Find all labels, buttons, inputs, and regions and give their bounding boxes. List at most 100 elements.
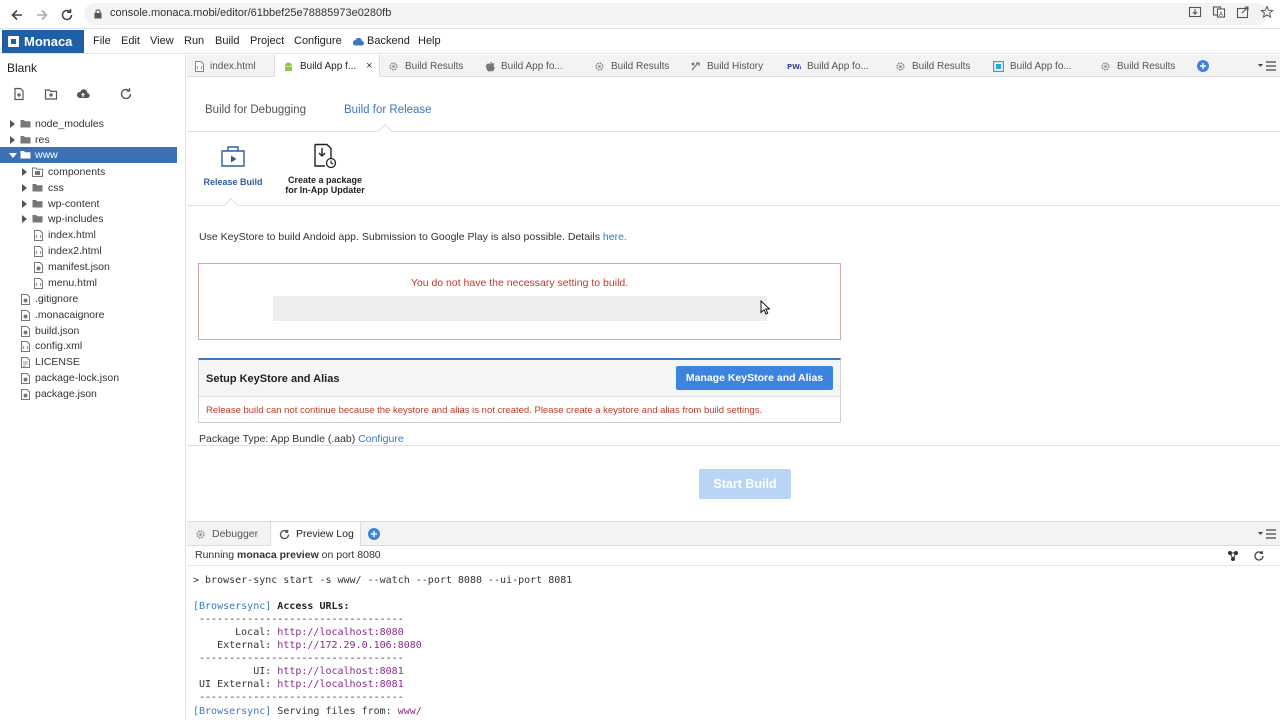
tree-label: res	[35, 134, 50, 146]
tree-file-gitignore[interactable]: .gitignore	[0, 291, 186, 307]
tab-build-history[interactable]: Build History	[687, 55, 784, 77]
add-tab-icon[interactable]	[368, 528, 380, 540]
new-folder-icon[interactable]	[44, 87, 58, 101]
tree-file-manifest-json[interactable]: manifest.json	[0, 259, 186, 275]
monaca-logo[interactable]: Monaca	[2, 30, 84, 53]
tree-folder-res[interactable]: res	[0, 132, 186, 148]
subtab-build-debugging[interactable]: Build for Debugging	[205, 104, 306, 116]
menu-edit[interactable]: Edit	[121, 35, 140, 47]
tab-build-results[interactable]: Build Results	[591, 55, 687, 77]
tab-label: Preview Log	[296, 528, 354, 540]
manage-keystore-button[interactable]: Manage KeyStore and Alias	[676, 366, 833, 390]
start-build-button[interactable]: Start Build	[699, 469, 791, 499]
tab-preview-log[interactable]: Preview Log	[270, 522, 361, 546]
console-ui-ext-url[interactable]: http://localhost:8081	[277, 679, 403, 690]
tab-build-results[interactable]: Build Results	[381, 55, 485, 77]
divider	[187, 445, 1280, 446]
menu-run[interactable]: Run	[184, 35, 204, 47]
expand-arrow-icon[interactable]	[10, 120, 15, 128]
console-separator: ----------------------------------	[193, 653, 404, 664]
tab-index-html[interactable]: index.html	[187, 55, 274, 77]
configure-link[interactable]: Configure	[358, 433, 404, 445]
tab-label: Build App f...	[300, 60, 357, 72]
forward-icon[interactable]	[32, 5, 52, 25]
expand-arrow-icon[interactable]	[22, 184, 27, 192]
add-tab-icon[interactable]	[1197, 60, 1209, 72]
text-file-icon	[21, 357, 30, 368]
console-command: > browser-sync start -s www/ --watch --p…	[193, 575, 573, 586]
svg-text:PWA: PWA	[787, 63, 801, 70]
expand-arrow-icon[interactable]	[22, 200, 27, 208]
console-ui-url[interactable]: http://localhost:8081	[277, 666, 403, 677]
tree-file-index2-html[interactable]: index2.html	[0, 243, 186, 259]
tree-file-menu-html[interactable]: menu.html	[0, 275, 186, 291]
panel-menu-icon[interactable]	[1258, 529, 1276, 539]
refresh-icon[interactable]	[119, 87, 133, 101]
tab-build-app-pwa[interactable]: PWA Build App fo...	[784, 55, 891, 77]
menu-file[interactable]: File	[93, 35, 111, 47]
address-bar[interactable]: console.monaca.mobi/editor/61bbef25e7888…	[84, 3, 1268, 25]
tree-file-package-json[interactable]: package.json	[0, 386, 186, 402]
menu-project[interactable]: Project	[250, 35, 284, 47]
tab-build-app-windows[interactable]: Build App fo...	[991, 55, 1098, 77]
tree-file-package-lock-json[interactable]: package-lock.json	[0, 370, 186, 386]
console-separator: ----------------------------------	[193, 614, 404, 625]
tab-build-results[interactable]: Build Results	[891, 55, 991, 77]
tab-menu-icon[interactable]	[1258, 61, 1276, 71]
expand-arrow-icon[interactable]	[22, 168, 27, 176]
collapse-arrow-icon[interactable]	[9, 153, 17, 158]
tree-label: index2.html	[48, 245, 102, 257]
expand-arrow-icon[interactable]	[10, 136, 15, 144]
url-text: console.monaca.mobi/editor/61bbef25e7888…	[110, 7, 392, 19]
console-external-url[interactable]: http://172.29.0.106:8080	[277, 640, 422, 651]
install-icon[interactable]	[1188, 5, 1202, 19]
release-build-option[interactable]: Release Build	[199, 143, 267, 187]
tree-file-index-html[interactable]: index.html	[0, 227, 186, 243]
tab-build-results[interactable]: Build Results	[1098, 55, 1196, 77]
close-icon[interactable]: ×	[366, 60, 372, 72]
back-icon[interactable]	[7, 5, 27, 25]
gear-icon	[1100, 61, 1111, 72]
windows-icon	[993, 60, 1004, 72]
tree-file-license[interactable]: LICENSE	[0, 354, 186, 370]
tree-file-monacaignore[interactable]: .monacaignore	[0, 307, 186, 323]
share-icon[interactable]	[1236, 5, 1250, 19]
tab-label: Build Results	[1117, 60, 1176, 72]
expand-arrow-icon[interactable]	[22, 215, 27, 223]
menu-backend[interactable]: Backend	[352, 35, 410, 47]
console-serving: Serving files from:	[271, 706, 398, 717]
tree-folder-wp-content[interactable]: wp-content	[0, 196, 186, 212]
lock-icon	[94, 9, 102, 19]
new-file-icon[interactable]	[12, 87, 26, 101]
upload-icon[interactable]	[76, 87, 90, 101]
tab-label: Build App fo...	[807, 60, 869, 72]
tree-folder-components[interactable]: components	[0, 164, 186, 180]
tree-folder-wp-includes[interactable]: wp-includes	[0, 211, 186, 227]
tree-file-build-json[interactable]: build.json	[0, 323, 186, 339]
preview-status: Running monaca preview on port 8080	[195, 549, 381, 561]
tab-debugger[interactable]: Debugger	[187, 522, 269, 546]
tab-build-app-ios[interactable]: Build App fo...	[485, 55, 591, 77]
reload-icon[interactable]	[57, 5, 77, 25]
qr-share-icon[interactable]	[1227, 550, 1239, 562]
tab-build-app-android[interactable]: Build App f... ×	[274, 55, 380, 77]
tree-folder-www[interactable]: www	[0, 147, 177, 163]
folder-icon	[32, 199, 43, 208]
translate-icon[interactable]: A	[1212, 5, 1226, 19]
menu-build[interactable]: Build	[215, 35, 239, 47]
tree-file-config-xml[interactable]: config.xml	[0, 338, 186, 354]
console-local-url[interactable]: http://localhost:8080	[277, 627, 403, 638]
package-download-icon	[312, 143, 338, 169]
tree-folder-node-modules[interactable]: node_modules	[0, 116, 186, 132]
details-link[interactable]: here.	[603, 231, 627, 243]
tree-label: wp-content	[48, 198, 100, 210]
menu-configure[interactable]: Configure	[294, 35, 342, 47]
reload-preview-icon[interactable]	[1253, 550, 1265, 562]
in-app-updater-option[interactable]: Create a package for In-App Updater	[284, 143, 366, 195]
bookmark-star-icon[interactable]	[1260, 5, 1274, 19]
subtab-build-release[interactable]: Build for Release	[344, 104, 432, 116]
menu-view[interactable]: View	[150, 35, 174, 47]
menu-help[interactable]: Help	[418, 35, 441, 47]
divider	[187, 131, 1280, 132]
tree-folder-css[interactable]: css	[0, 180, 186, 196]
